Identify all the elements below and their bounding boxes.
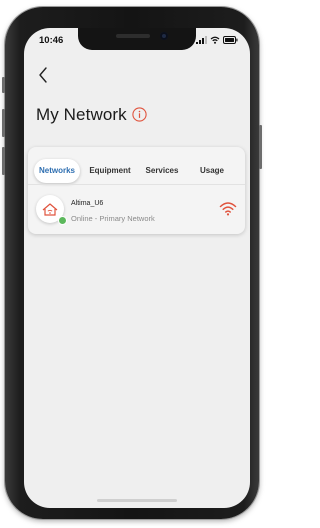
volume-up-button [2,109,5,137]
notch [78,28,196,50]
earpiece-speaker [116,34,150,38]
tab-usage[interactable]: Usage [191,159,233,183]
network-card: Networks Equipment Services Usage Altima… [28,147,245,234]
cellular-signal-icon [196,36,207,44]
wifi-icon [219,202,237,216]
status-time: 10:46 [39,35,64,46]
back-button[interactable] [35,66,51,84]
tab-services[interactable]: Services [139,159,185,183]
phone-frame: 10:46 My Network Networks Equipment Serv… [2,7,262,519]
tab-bar: Networks Equipment Services Usage [28,159,245,183]
network-status: Online - Primary Network [71,214,155,223]
page-title: My Network [36,105,127,124]
phone-screen: 10:46 My Network Networks Equipment Serv… [24,28,250,508]
network-list-item[interactable]: Altima_U6 Online - Primary Network [36,195,239,227]
silent-switch [2,77,5,93]
home-indicator[interactable] [97,499,177,502]
front-camera [160,32,168,40]
chevron-left-icon [39,67,47,83]
tab-divider [28,184,245,185]
battery-icon [223,36,238,44]
wifi-status-icon [210,36,220,44]
power-button [259,125,262,169]
tab-equipment[interactable]: Equipment [84,159,136,183]
network-name: Altima_U6 [71,200,104,207]
volume-down-button [2,147,5,175]
online-status-dot [58,216,67,225]
status-icons [196,36,238,44]
info-circle-icon[interactable] [132,107,147,122]
tab-networks[interactable]: Networks [34,159,80,183]
